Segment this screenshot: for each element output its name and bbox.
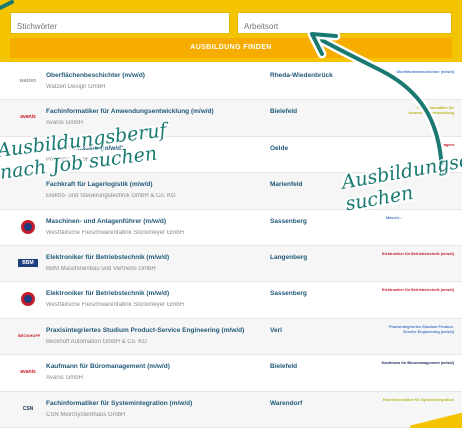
listing-company: Westfälische Fleischwarenfabrik Stockmey…	[46, 302, 184, 309]
listing-title[interactable]: Fachkraft für Lagerlogistik (m/w/d)	[46, 181, 266, 188]
listing-company: Avanis GmbH	[46, 375, 83, 382]
listing-tag: Oberflächenbeschichter (m/w/d)	[396, 70, 454, 74]
listing-row[interactable]: Maschinen- und Anlagenführer (m/w/d) Wes…	[0, 209, 462, 246]
listing-city: Bielefeld	[270, 363, 298, 371]
listing-city: Oelde	[270, 144, 289, 152]
listing-city: Sassenberg	[270, 290, 307, 298]
listing-tag: Kaufmann für Büromanagement (m/w/d)	[381, 361, 454, 366]
listing-tag: Elektroniker für Betriebstechnik (m/w/d)	[382, 251, 454, 256]
search-panel: AUSBILDUNG FINDEN	[0, 0, 462, 62]
listing-city: Sassenberg	[270, 217, 307, 225]
company-logo	[21, 292, 35, 307]
listing-tag: Elektroniker für Betriebstechnik (m/w/d)	[382, 288, 454, 293]
listing-row[interactable]: Elektroniker für Betriebstechnik (m/w/d)…	[0, 282, 462, 319]
listing-title[interactable]: Kaufmann für Büromanagement (m/w/d)	[46, 363, 266, 370]
listing-title[interactable]: Praxisintegriertes Studium Product-Servi…	[46, 327, 266, 334]
company-logo: BBM	[18, 258, 38, 267]
company-logo: BECKHOFF	[18, 332, 41, 338]
listing-title[interactable]: Oberflächenbeschichter (m/w/d)	[46, 72, 266, 79]
listing-row[interactable]: avanis Kaufmann für Büromanagement (m/w/…	[0, 355, 462, 392]
listing-tag: Maschi...	[385, 215, 402, 220]
listing-city: Bielefeld	[270, 108, 298, 116]
listing-company: CSN MeinSystemhaus GmbH	[46, 411, 126, 418]
keyword-input[interactable]	[10, 12, 230, 34]
listing-company: Watzen Design GmbH	[46, 84, 106, 90]
listing-tag: Fachinformatiker für Anwendungsentwicklu…	[408, 106, 454, 116]
company-logo: avanis	[20, 114, 36, 121]
find-training-button[interactable]: AUSBILDUNG FINDEN	[10, 38, 452, 58]
listing-row[interactable]: CSN Fachinformatiker für Systemintegrati…	[0, 391, 462, 428]
listing-list: watzen Oberflächenbeschichter (m/w/d) Wa…	[0, 64, 462, 428]
company-logo	[18, 184, 38, 196]
listing-tag: Fachinformatiker für Systemintegration	[382, 397, 454, 402]
listing-title[interactable]: Maschinen- und Anlagenführer (m/w/d)	[46, 218, 266, 225]
listing-row[interactable]: BBM Elektroniker für Betriebstechnik (m/…	[0, 245, 462, 283]
listing-city: Verl	[270, 326, 282, 334]
listing-title[interactable]: Elektroniker für Betriebstechnik (m/w/d)	[46, 254, 266, 261]
listing-city: Langenberg	[270, 253, 308, 261]
listing-title[interactable]: Fachinformatiker für Systemintegration (…	[46, 400, 266, 407]
listing-title[interactable]: Fachinformatiker für Anwendungsentwicklu…	[46, 108, 266, 115]
listing-tag: Praxisintegriertes Studium Product-Servi…	[389, 324, 454, 334]
listing-city: Rheda-Wiedenbrück	[270, 72, 333, 79]
location-input[interactable]	[237, 12, 452, 34]
listing-company: Beckhoff Automation GmbH & Co. KG	[46, 338, 147, 345]
listing-tag: Fachagent	[435, 142, 454, 147]
listing-company: Westfälische Fleischwarenfabrik Stockmey…	[46, 229, 184, 236]
company-logo: watzen	[19, 78, 37, 84]
company-logo: CSN	[22, 405, 34, 412]
listing-company: BBM Maschinenbau und Vertriebs GmbH	[46, 265, 156, 272]
listing-row[interactable]: BECKHOFF Praxisintegriertes Studium Prod…	[0, 318, 462, 356]
company-logo	[21, 219, 35, 234]
listing-company: Elektro- und Steuerungstechnik GmbH & Co…	[46, 193, 176, 200]
listing-city: Warendorf	[270, 399, 303, 407]
listing-row[interactable]: watzen Oberflächenbeschichter (m/w/d) Wa…	[0, 64, 462, 101]
company-logo: avanis	[20, 369, 36, 376]
listing-title[interactable]: Elektroniker für Betriebstechnik (m/w/d)	[46, 290, 266, 297]
